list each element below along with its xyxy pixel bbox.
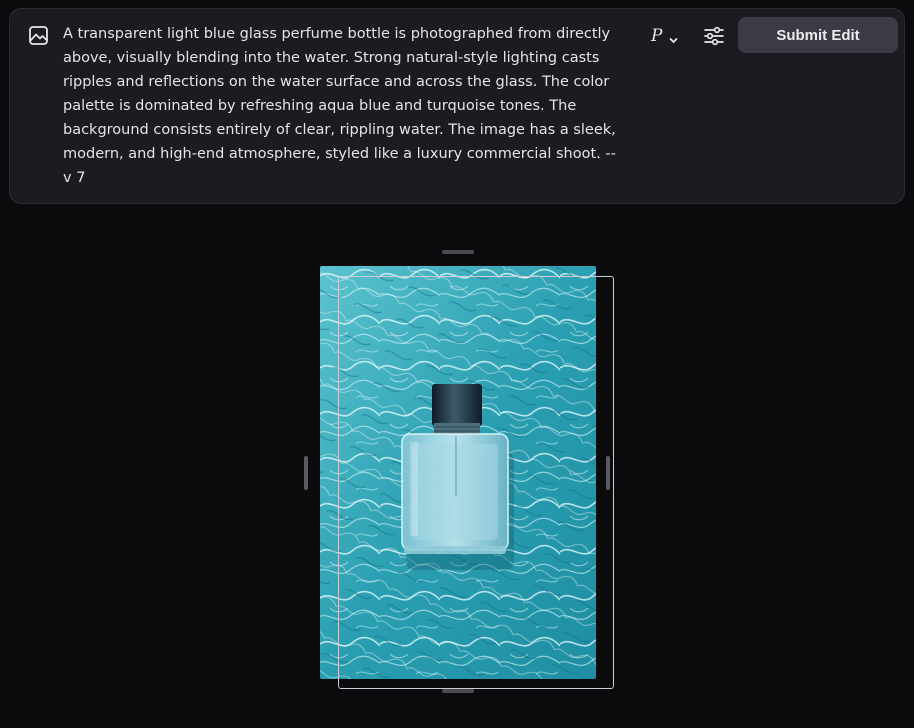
resize-handle-left[interactable]: [304, 456, 308, 490]
image-icon[interactable]: [29, 26, 48, 45]
sliders-icon[interactable]: [703, 25, 725, 47]
version-label: P: [651, 26, 663, 46]
version-dropdown[interactable]: P: [651, 23, 679, 49]
crop-selection-frame[interactable]: [338, 276, 614, 689]
chevron-down-icon: [668, 31, 679, 43]
submit-edit-button[interactable]: Submit Edit: [738, 17, 898, 53]
prompt-panel: A transparent light blue glass perfume b…: [9, 8, 905, 204]
resize-handle-top[interactable]: [442, 250, 474, 254]
resize-handle-bottom[interactable]: [442, 689, 474, 693]
prompt-text[interactable]: A transparent light blue glass perfume b…: [63, 22, 623, 190]
